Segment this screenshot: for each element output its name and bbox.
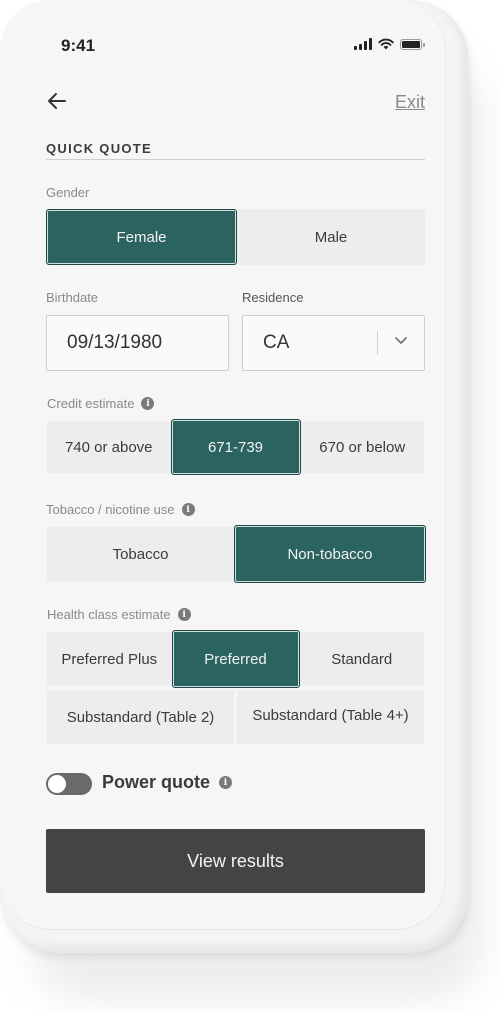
battery-icon <box>400 38 425 50</box>
credit-option-670-below[interactable]: 670 or below <box>300 421 424 473</box>
credit-option-671-739[interactable]: 671-739 <box>170 419 301 475</box>
phone-frame: 9:41 Exit QUICK QUOTE Gender Female Male… <box>0 0 468 953</box>
birthdate-label: Birthdate <box>46 290 98 305</box>
tobacco-option-non-tobacco[interactable]: Non-tobacco <box>234 525 426 583</box>
credit-label-text: Credit estimate <box>47 396 135 411</box>
gender-option-female[interactable]: Female <box>46 209 237 265</box>
info-icon[interactable]: i <box>141 397 155 410</box>
page-title: QUICK QUOTE <box>46 141 153 156</box>
credit-label: Credit estimate i <box>47 396 155 411</box>
top-nav: Exit <box>46 90 425 116</box>
info-icon[interactable]: i <box>219 776 233 789</box>
wifi-icon <box>378 38 394 50</box>
credit-selector: 740 or above 671-739 670 or below <box>47 419 424 475</box>
gender-label-text: Gender <box>46 185 90 200</box>
health-option-preferred-plus[interactable]: Preferred Plus <box>47 632 172 686</box>
info-icon[interactable]: i <box>181 503 195 516</box>
info-icon[interactable]: i <box>177 608 191 621</box>
health-option-standard[interactable]: Standard <box>299 632 424 686</box>
residence-select[interactable]: CA <box>242 315 425 371</box>
residence-label-text: Residence <box>242 290 304 305</box>
gender-selector: Female Male <box>46 209 425 265</box>
health-option-preferred[interactable]: Preferred <box>171 630 300 688</box>
power-quote-label-text: Power quote <box>102 772 211 792</box>
tobacco-option-tobacco[interactable]: Tobacco <box>47 527 234 581</box>
residence-value: CA <box>263 332 290 353</box>
tobacco-label-text: Tobacco / nicotine use <box>46 502 175 517</box>
credit-option-740-above[interactable]: 740 or above <box>47 421 171 473</box>
exit-link[interactable]: Exit <box>395 92 425 113</box>
health-label: Health class estimate i <box>47 607 191 622</box>
birthdate-input[interactable]: 09/13/1980 <box>46 315 229 371</box>
health-option-substandard-table-4[interactable]: Substandard (Table 4+) <box>237 690 424 744</box>
residence-label: Residence <box>242 290 303 305</box>
power-quote-toggle[interactable] <box>46 773 92 795</box>
status-icons <box>354 38 425 50</box>
birthdate-label-text: Birthdate <box>46 290 99 305</box>
status-time: 9:41 <box>61 36 96 55</box>
status-bar: 9:41 <box>0 34 446 58</box>
health-selector-row-2: Substandard (Table 2) Substandard (Table… <box>47 690 424 744</box>
arrow-left-icon[interactable] <box>46 90 68 112</box>
health-option-substandard-table-2[interactable]: Substandard (Table 2) <box>47 690 234 744</box>
gender-option-male[interactable]: Male <box>237 209 425 265</box>
power-quote-label: Power quote i <box>102 772 233 793</box>
title-divider <box>46 159 425 160</box>
tobacco-selector: Tobacco Non-tobacco <box>47 525 426 583</box>
chevron-down-icon <box>395 337 407 344</box>
toggle-knob <box>48 775 66 793</box>
select-divider <box>377 331 378 355</box>
tobacco-label: Tobacco / nicotine use i <box>46 502 195 517</box>
cellular-signal-icon <box>354 38 372 50</box>
health-label-text: Health class estimate <box>47 607 171 622</box>
gender-label: Gender <box>46 185 89 200</box>
health-selector-row-1: Preferred Plus Preferred Standard <box>47 630 424 688</box>
app-screen: 9:41 Exit QUICK QUOTE Gender Female Male… <box>0 0 446 930</box>
view-results-button[interactable]: View results <box>46 829 425 893</box>
